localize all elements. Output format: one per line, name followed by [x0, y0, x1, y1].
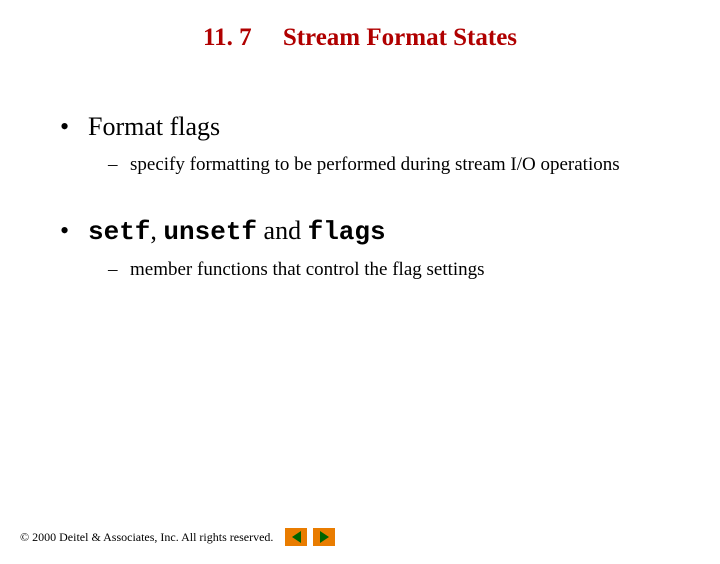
title-number: 11. 7 — [203, 24, 252, 51]
code-unsetf: unsetf — [163, 217, 257, 247]
title-spacer — [258, 24, 277, 51]
sub-bullet-format-flags: –specify formatting to be performed duri… — [108, 154, 680, 176]
bullet-dot: • — [60, 112, 88, 142]
code-setf: setf — [88, 217, 150, 247]
sub-dash: – — [108, 154, 130, 176]
nav-arrows — [285, 528, 335, 546]
sub-text: specify formatting to be performed durin… — [130, 154, 620, 175]
sub-bullet-member-functions: –member functions that control the flag … — [108, 259, 680, 281]
footer: © 2000 Deitel & Associates, Inc. All rig… — [20, 528, 335, 546]
prev-button[interactable] — [285, 528, 307, 546]
sep-and: and — [257, 216, 308, 245]
next-button[interactable] — [313, 528, 335, 546]
bullet-dot: • — [60, 216, 88, 246]
slide-content: •Format flags –specify formatting to be … — [0, 112, 720, 281]
title-text: Stream Format States — [283, 24, 517, 51]
arrow-left-icon — [292, 531, 301, 543]
slide-title: 11. 7 Stream Format States — [0, 24, 720, 52]
bullet-setf-unsetf-flags: •setf, unsetf and flags — [60, 216, 680, 247]
sub-text: member functions that control the flag s… — [130, 259, 485, 280]
sub-dash: – — [108, 259, 130, 281]
code-flags: flags — [308, 217, 386, 247]
copyright-text: © 2000 Deitel & Associates, Inc. All rig… — [20, 530, 273, 545]
arrow-right-icon — [320, 531, 329, 543]
bullet-label: Format flags — [88, 112, 220, 141]
bullet-format-flags: •Format flags — [60, 112, 680, 142]
sep-comma: , — [150, 216, 163, 245]
